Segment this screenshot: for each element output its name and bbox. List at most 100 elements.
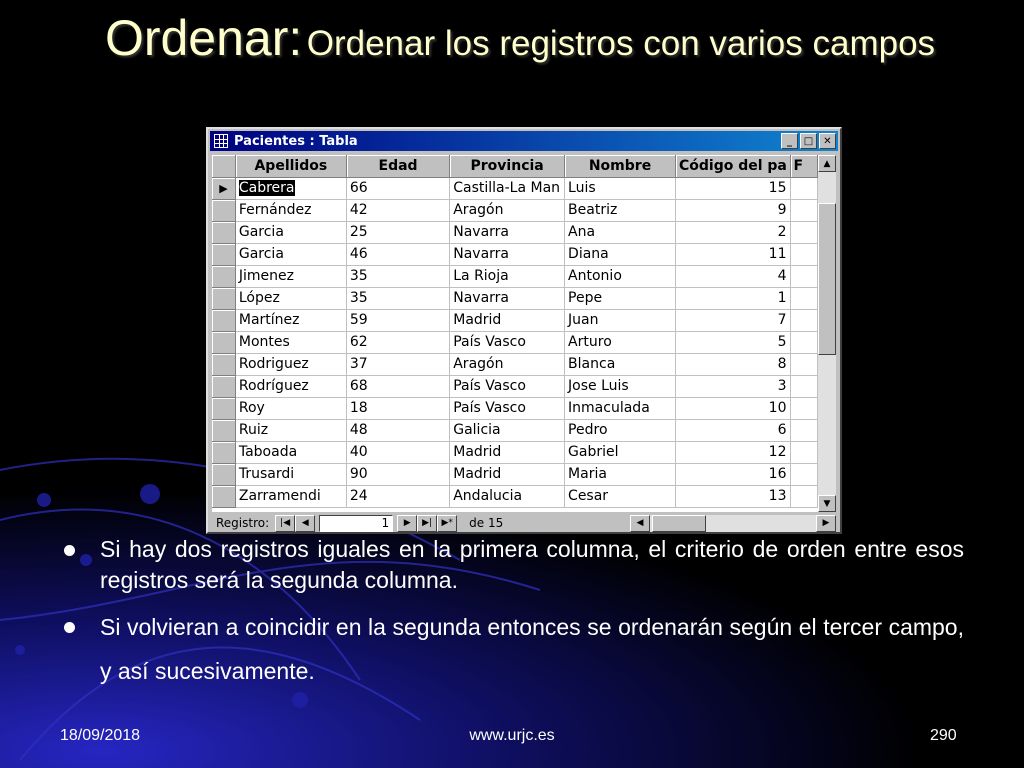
cell-edad[interactable]: 46 — [346, 243, 451, 266]
cell-provincia[interactable]: Andalucia — [449, 485, 566, 508]
cell-codigo[interactable]: 9 — [675, 199, 791, 222]
cell-nombre[interactable]: Antonio — [564, 265, 676, 288]
row-selector[interactable] — [212, 375, 236, 398]
cell-edad[interactable]: 35 — [346, 287, 451, 310]
row-selector[interactable] — [212, 463, 236, 486]
column-header[interactable]: F — [790, 155, 818, 178]
record-number-input[interactable]: 1 — [319, 514, 394, 532]
cell-codigo[interactable]: 6 — [675, 419, 791, 442]
cell-edad[interactable]: 42 — [346, 199, 451, 222]
cell-edad[interactable]: 66 — [346, 177, 451, 200]
cell-extra[interactable] — [790, 221, 818, 244]
column-header[interactable]: Código del pa — [675, 155, 791, 178]
new-record-button[interactable]: ▶* — [437, 514, 458, 532]
row-selector[interactable] — [212, 287, 236, 310]
row-selector-header[interactable] — [212, 155, 236, 178]
cell-provincia[interactable]: Navarra — [449, 221, 566, 244]
cell-codigo[interactable]: 12 — [675, 441, 791, 464]
cell-edad[interactable]: 37 — [346, 353, 451, 376]
cell-nombre[interactable]: Inmaculada — [564, 397, 676, 420]
cell-nombre[interactable]: Blanca — [564, 353, 676, 376]
cell-extra[interactable] — [790, 177, 818, 200]
prev-record-button[interactable]: ◀ — [295, 514, 316, 532]
cell-apellidos[interactable]: Rodriguez — [235, 353, 347, 376]
table-row[interactable]: Rodriguez 37 Aragón Blanca 8 — [212, 353, 818, 376]
row-selector[interactable] — [212, 309, 236, 332]
cell-provincia[interactable]: Galicia — [449, 419, 566, 442]
cell-nombre[interactable]: Cesar — [564, 485, 676, 508]
cell-codigo[interactable]: 10 — [675, 397, 791, 420]
cell-nombre[interactable]: Gabriel — [564, 441, 676, 464]
cell-apellidos[interactable]: Rodríguez — [235, 375, 347, 398]
row-selector[interactable] — [212, 265, 236, 288]
column-header[interactable]: Apellidos — [235, 155, 347, 178]
vertical-scroll-thumb[interactable] — [818, 203, 836, 355]
cell-extra[interactable] — [790, 331, 818, 354]
cell-provincia[interactable]: Castilla-La Man — [449, 177, 566, 200]
cell-apellidos[interactable]: Garcia — [235, 243, 347, 266]
cell-edad[interactable]: 59 — [346, 309, 451, 332]
cell-extra[interactable] — [790, 463, 818, 486]
cell-edad[interactable]: 48 — [346, 419, 451, 442]
cell-nombre[interactable]: Ana — [564, 221, 676, 244]
table-row[interactable]: ▶ Cabrera 66 Castilla-La Man Luis 15 — [212, 177, 818, 200]
cell-extra[interactable] — [790, 441, 818, 464]
scroll-down-button[interactable]: ▼ — [818, 495, 836, 512]
table-row[interactable]: Roy 18 País Vasco Inmaculada 10 — [212, 397, 818, 420]
row-selector[interactable] — [212, 441, 236, 464]
row-selector[interactable] — [212, 331, 236, 354]
cell-nombre[interactable]: Arturo — [564, 331, 676, 354]
cell-nombre[interactable]: Luis — [564, 177, 676, 200]
table-row[interactable]: Ruiz 48 Galicia Pedro 6 — [212, 419, 818, 442]
cell-edad[interactable]: 18 — [346, 397, 451, 420]
table-row[interactable]: Rodríguez 68 País Vasco Jose Luis 3 — [212, 375, 818, 398]
cell-extra[interactable] — [790, 243, 818, 266]
cell-nombre[interactable]: Pedro — [564, 419, 676, 442]
cell-edad[interactable]: 90 — [346, 463, 451, 486]
cell-apellidos[interactable]: Garcia — [235, 221, 347, 244]
minimize-button[interactable]: _ — [781, 133, 798, 149]
cell-codigo[interactable]: 1 — [675, 287, 791, 310]
table-row[interactable]: Jimenez 35 La Rioja Antonio 4 — [212, 265, 818, 288]
cell-nombre[interactable]: Jose Luis — [564, 375, 676, 398]
cell-apellidos[interactable]: Martínez — [235, 309, 347, 332]
table-row[interactable]: Montes 62 País Vasco Arturo 5 — [212, 331, 818, 354]
cell-provincia[interactable]: Navarra — [449, 243, 566, 266]
cell-apellidos[interactable]: Jimenez — [235, 265, 347, 288]
cell-apellidos[interactable]: Trusardi — [235, 463, 347, 486]
last-record-button[interactable]: ▶| — [417, 514, 438, 532]
close-button[interactable]: ✕ — [819, 133, 836, 149]
maximize-button[interactable]: □ — [800, 133, 817, 149]
cell-provincia[interactable]: País Vasco — [449, 397, 566, 420]
row-selector[interactable] — [212, 485, 236, 508]
cell-edad[interactable]: 35 — [346, 265, 451, 288]
column-header[interactable]: Provincia — [449, 155, 566, 178]
cell-extra[interactable] — [790, 397, 818, 420]
horizontal-scrollbar[interactable]: ◀ ▶ — [630, 514, 836, 532]
table-row[interactable]: Martínez 59 Madrid Juan 7 — [212, 309, 818, 332]
cell-nombre[interactable]: Beatriz — [564, 199, 676, 222]
cell-extra[interactable] — [790, 375, 818, 398]
cell-provincia[interactable]: Navarra — [449, 287, 566, 310]
scroll-up-button[interactable]: ▲ — [818, 155, 836, 172]
cell-apellidos[interactable]: Cabrera — [235, 177, 347, 200]
row-selector[interactable]: ▶ — [212, 177, 236, 200]
cell-provincia[interactable]: Madrid — [449, 441, 566, 464]
row-selector[interactable] — [212, 199, 236, 222]
cell-codigo[interactable]: 8 — [675, 353, 791, 376]
cell-provincia[interactable]: La Rioja — [449, 265, 566, 288]
cell-nombre[interactable]: Pepe — [564, 287, 676, 310]
row-selector[interactable] — [212, 397, 236, 420]
table-row[interactable]: Zarramendi 24 Andalucia Cesar 13 — [212, 485, 818, 508]
row-selector[interactable] — [212, 243, 236, 266]
cell-edad[interactable]: 62 — [346, 331, 451, 354]
table-row[interactable]: Garcia 25 Navarra Ana 2 — [212, 221, 818, 244]
cell-extra[interactable] — [790, 485, 818, 508]
cell-codigo[interactable]: 11 — [675, 243, 791, 266]
cell-provincia[interactable]: Madrid — [449, 463, 566, 486]
cell-provincia[interactable]: País Vasco — [449, 375, 566, 398]
first-record-button[interactable]: |◀ — [275, 514, 296, 532]
cell-codigo[interactable]: 5 — [675, 331, 791, 354]
column-header[interactable]: Nombre — [564, 155, 676, 178]
cell-apellidos[interactable]: Taboada — [235, 441, 347, 464]
